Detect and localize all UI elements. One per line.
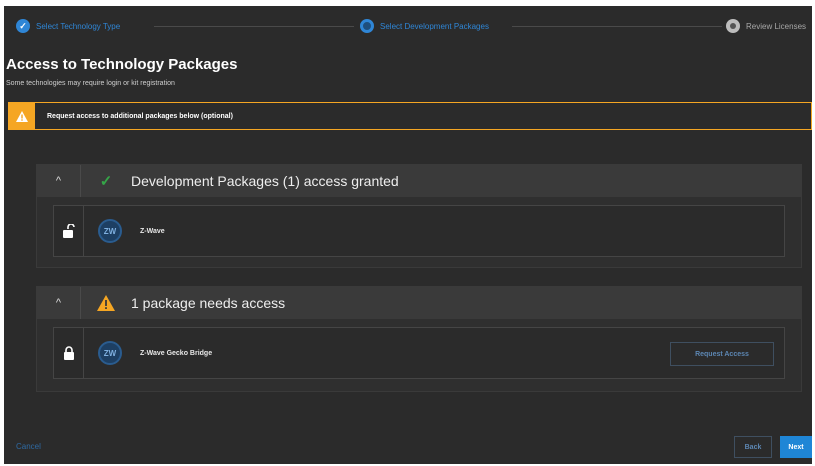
- section-needs-access: ^ 1 package needs access ZW Z-Wave Gecko…: [36, 286, 802, 392]
- package-icon: ZW: [98, 341, 122, 365]
- check-icon: ✓: [99, 173, 113, 190]
- next-button[interactable]: Next: [780, 436, 812, 458]
- package-name: Z-Wave: [140, 227, 165, 235]
- step-label: Review Licenses: [746, 21, 807, 31]
- active-step-icon: [360, 19, 374, 33]
- section-title: Development Packages (1) access granted: [131, 173, 399, 189]
- step-review-licenses[interactable]: Review Licenses: [726, 18, 806, 34]
- section-header: ^ ✓ Development Packages (1) access gran…: [37, 165, 801, 197]
- warning-icon: [9, 103, 35, 129]
- collapse-chevron-icon[interactable]: ^: [37, 165, 81, 197]
- step-label: Select Development Packages: [380, 21, 489, 31]
- page-subtitle: Some technologies may require login or k…: [6, 80, 175, 87]
- wizard-footer: Cancel Back Next: [4, 428, 812, 464]
- stepper-line: [154, 26, 354, 27]
- info-alert-banner: Request access to additional packages be…: [8, 102, 812, 130]
- warning-icon: [81, 295, 131, 311]
- package-name: Z-Wave Gecko Bridge: [140, 349, 213, 357]
- cancel-link[interactable]: Cancel: [16, 442, 41, 451]
- wizard-stepper: ✓ Select Technology Type Select Developm…: [4, 6, 812, 46]
- alert-text: Request access to additional packages be…: [47, 112, 233, 120]
- pending-step-icon: [726, 19, 740, 33]
- step-select-technology-type[interactable]: ✓ Select Technology Type: [16, 18, 120, 34]
- package-row-z-wave: ZW Z-Wave: [53, 205, 785, 257]
- locked-icon: [54, 328, 84, 378]
- unlocked-icon: [54, 206, 84, 256]
- back-button[interactable]: Back: [734, 436, 772, 458]
- check-circle-icon: ✓: [16, 19, 30, 33]
- section-header: ^ 1 package needs access: [37, 287, 801, 319]
- step-select-development-packages[interactable]: Select Development Packages: [360, 18, 489, 34]
- stepper-line: [512, 26, 722, 27]
- collapse-chevron-icon[interactable]: ^: [37, 287, 81, 319]
- package-icon: ZW: [98, 219, 122, 243]
- section-granted-packages: ^ ✓ Development Packages (1) access gran…: [36, 164, 802, 268]
- page-title: Access to Technology Packages: [6, 56, 238, 73]
- section-title: 1 package needs access: [131, 295, 286, 311]
- installer-window: ✓ Select Technology Type Select Developm…: [4, 6, 812, 464]
- request-access-button[interactable]: Request Access: [670, 342, 774, 366]
- package-row-z-wave-gecko-bridge: ZW Z-Wave Gecko Bridge Request Access: [53, 327, 785, 379]
- step-label: Select Technology Type: [36, 21, 121, 31]
